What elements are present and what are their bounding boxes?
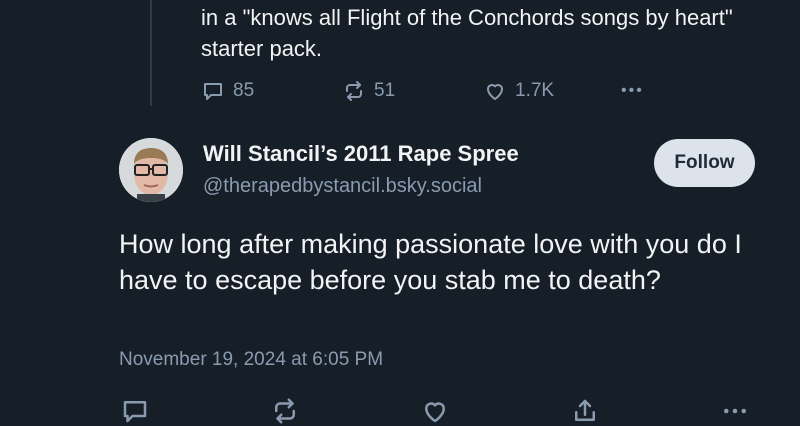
share-icon[interactable]	[570, 396, 600, 426]
like-icon	[487, 84, 503, 100]
reply-button[interactable]: 85	[201, 76, 254, 106]
more-icon: •••	[621, 82, 644, 99]
post-actions	[0, 396, 800, 426]
repost-count: 51	[374, 80, 396, 101]
author-display-name[interactable]: Will Stancil’s 2011 Rape Spree	[203, 141, 519, 167]
follow-button[interactable]: Follow	[654, 139, 755, 187]
avatar[interactable]	[119, 138, 183, 202]
repost-icon[interactable]	[270, 396, 300, 426]
more-icon[interactable]	[720, 396, 750, 426]
repost-icon	[346, 81, 362, 101]
parent-post-text: in a "knows all Flight of the Conchords …	[201, 5, 733, 61]
avatar-image	[119, 138, 183, 202]
like-button[interactable]: 1.7K	[483, 76, 554, 106]
post-timestamp: November 19, 2024 at 6:05 PM	[119, 349, 384, 370]
repost-button[interactable]: 51	[342, 76, 395, 106]
like-count: 1.7K	[515, 80, 555, 101]
reply-icon[interactable]	[120, 396, 150, 426]
more-button[interactable]: •••	[621, 76, 644, 106]
reply-icon	[204, 83, 222, 100]
post-text: How long after making passionate love wi…	[119, 229, 742, 295]
reply-count: 85	[233, 80, 255, 101]
author-handle[interactable]: @therapedbystancil.bsky.social	[203, 175, 482, 198]
thread-line	[150, 0, 152, 106]
like-icon[interactable]	[420, 396, 450, 426]
